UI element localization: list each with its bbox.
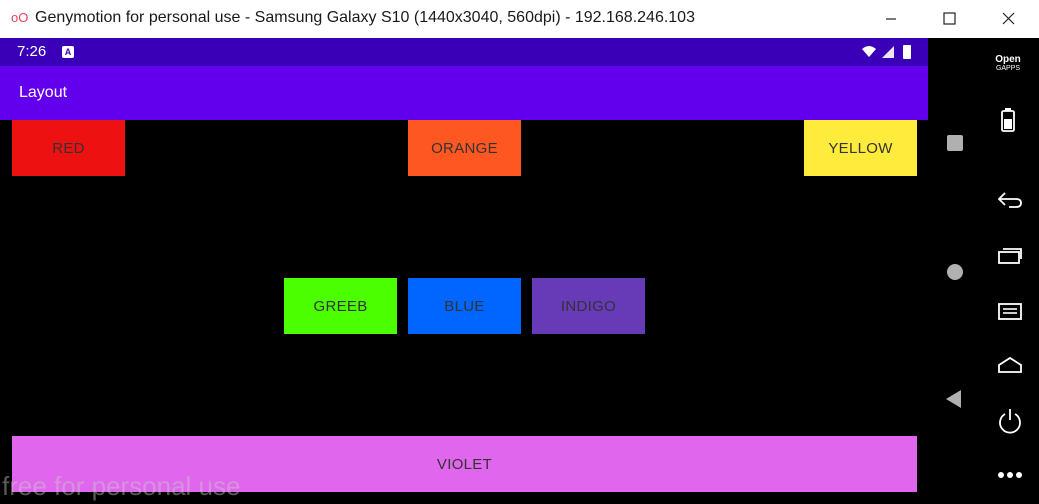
wifi-icon bbox=[862, 46, 876, 57]
maximize-button[interactable] bbox=[920, 0, 978, 38]
close-icon bbox=[1002, 12, 1015, 25]
open-gapps-line2: GAPPS bbox=[995, 65, 1021, 72]
status-bar: 7:26 A bbox=[0, 38, 928, 66]
menu-icon[interactable] bbox=[997, 301, 1023, 321]
yellow-button[interactable]: YELLOW bbox=[804, 120, 917, 176]
notification-icon: A bbox=[62, 46, 74, 58]
battery-icon[interactable] bbox=[1000, 108, 1016, 132]
minimize-button[interactable] bbox=[862, 0, 920, 38]
emulator-side-panel: Open GAPPS bbox=[928, 38, 1039, 504]
app-title: Layout bbox=[19, 84, 68, 101]
app-bar: Layout bbox=[0, 66, 928, 120]
open-gapps-line1: Open bbox=[995, 54, 1021, 65]
home-icon[interactable] bbox=[997, 355, 1023, 375]
notification-glyph: A bbox=[64, 47, 72, 57]
orange-button[interactable]: ORANGE bbox=[408, 120, 521, 176]
circle-icon[interactable] bbox=[946, 263, 964, 281]
triangle-back-icon[interactable] bbox=[945, 389, 963, 409]
window-title: Genymotion for personal use - Samsung Ga… bbox=[35, 9, 695, 26]
minimize-icon bbox=[886, 18, 896, 20]
open-gapps-button[interactable]: Open GAPPS bbox=[988, 55, 1028, 73]
blue-button[interactable]: BLUE bbox=[408, 278, 521, 334]
genymotion-logo-icon: oO bbox=[11, 10, 29, 25]
square-icon[interactable] bbox=[946, 134, 964, 152]
watermark-text: free for personal use bbox=[2, 471, 241, 501]
window-titlebar: oO Genymotion for personal use - Samsung… bbox=[0, 0, 1039, 39]
status-time: 7:26 bbox=[17, 43, 47, 60]
maximize-icon bbox=[943, 12, 956, 25]
indigo-button[interactable]: INDIGO bbox=[532, 278, 645, 334]
red-button[interactable]: RED bbox=[12, 120, 125, 176]
power-icon[interactable] bbox=[997, 408, 1023, 434]
back-icon[interactable] bbox=[997, 190, 1023, 210]
more-icon[interactable] bbox=[997, 470, 1023, 480]
phone-screen: 7:26 A Layout RED ORANGE YELLOW GREEB BL… bbox=[0, 38, 928, 504]
status-icons bbox=[862, 45, 911, 59]
recents-icon[interactable] bbox=[997, 245, 1023, 265]
signal-icon bbox=[882, 46, 894, 58]
green-button[interactable]: GREEB bbox=[284, 278, 397, 334]
close-button[interactable] bbox=[978, 0, 1036, 38]
battery-status-icon bbox=[903, 45, 911, 59]
